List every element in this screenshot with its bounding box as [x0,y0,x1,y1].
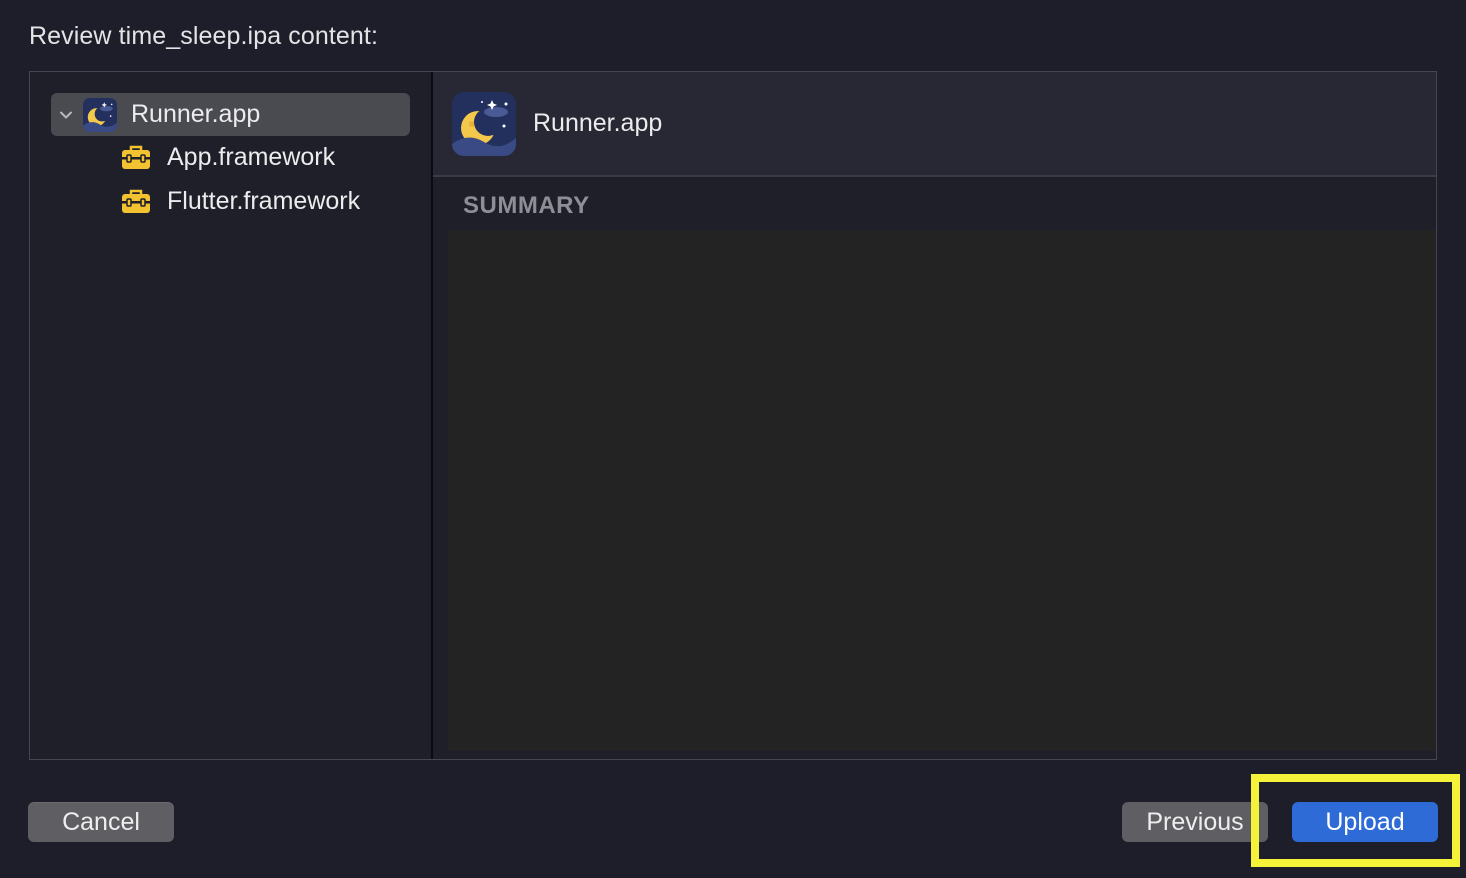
dialog-title: Review time_sleep.ipa content: [29,22,379,50]
cancel-button[interactable]: Cancel [28,802,174,842]
toolbox-icon [121,188,151,214]
tree-item-runner-app[interactable]: Runner.app [51,93,410,136]
chevron-down-icon[interactable] [51,93,81,136]
tree-item-app-framework[interactable]: App.framework [121,137,335,177]
app-icon [452,92,516,156]
app-icon [83,97,117,132]
summary-content-area [448,230,1436,751]
tree-item-label: Flutter.framework [167,186,361,215]
tree-item-label: App.framework [167,142,336,171]
detail-header: Runner.app [433,72,1436,177]
toolbox-icon [121,144,151,170]
detail-pane: Runner.app SUMMARY [433,72,1436,759]
content-tree-sidebar: Runner.app App.framework Flutter.framewo… [30,72,431,759]
previous-button[interactable]: Previous [1122,802,1268,842]
content-review-panel: Runner.app App.framework Flutter.framewo… [29,71,1437,760]
upload-button[interactable]: Upload [1292,802,1438,842]
section-label-summary: SUMMARY [463,192,590,219]
tree-item-label: Runner.app [131,100,261,128]
tree-item-flutter-framework[interactable]: Flutter.framework [121,181,360,221]
detail-title: Runner.app [533,109,663,137]
